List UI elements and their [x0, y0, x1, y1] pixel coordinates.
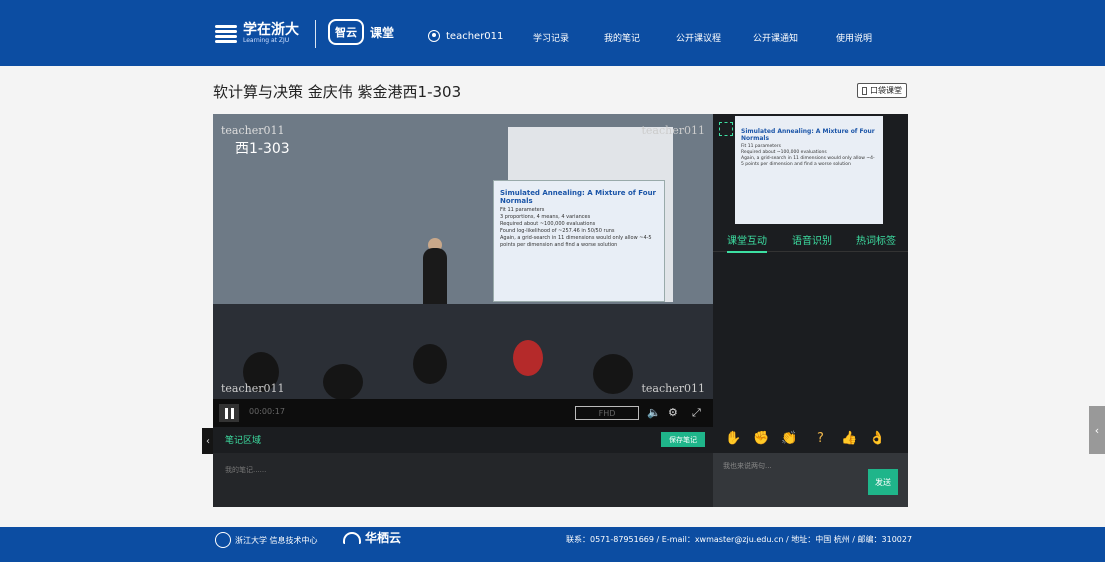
- phone-icon: [862, 86, 867, 95]
- zju-seal-icon: [215, 532, 231, 548]
- logo-subtitle: Learning at ZJU: [243, 37, 290, 44]
- video-player[interactable]: Simulated Annealing: A Mixture of Four N…: [213, 114, 713, 427]
- fist-icon[interactable]: ✊: [753, 431, 769, 446]
- nav-user-guide[interactable]: 使用说明: [836, 31, 872, 44]
- notes-textarea[interactable]: 我的笔记......: [213, 453, 713, 507]
- footer-partner-logo: 华栖云: [343, 529, 401, 546]
- thumbnail-slide-line: Again, a grid-search in 11 dimensions wo…: [741, 156, 875, 167]
- slide-line: 3 proportions, 4 means, 4 variances: [500, 214, 591, 220]
- brand-title: 课堂: [370, 25, 395, 40]
- brand-logo[interactable]: 智云 课堂: [328, 19, 394, 45]
- footer-zju-logo: 浙江大学 信息技术中心: [215, 532, 318, 548]
- pause-button[interactable]: [219, 404, 239, 422]
- playback-time: 00:00:17: [249, 407, 285, 416]
- watermark-top-left: teacher011: [221, 124, 285, 137]
- student-head: [323, 364, 363, 400]
- footer-contact: 联系：0571-87951669 / E-mail：xwmaster@zju.e…: [566, 535, 913, 544]
- chat-input[interactable]: 我也来说两句... 发送: [713, 453, 908, 507]
- student-head: [593, 354, 633, 394]
- volume-icon[interactable]: 🔈: [647, 406, 661, 419]
- send-button[interactable]: 发送: [868, 469, 898, 495]
- tab-hot-word-tags[interactable]: 热词标签: [856, 232, 896, 247]
- zju-logo[interactable]: 学在浙大 Learning at ZJU: [215, 18, 315, 50]
- top-navigation-bar: 学在浙大 Learning at ZJU 智云 课堂 teacher011 学习…: [0, 0, 1105, 66]
- projected-slide: Simulated Annealing: A Mixture of Four N…: [493, 180, 665, 302]
- save-note-button[interactable]: 保存笔记: [661, 432, 705, 447]
- logo-divider: [315, 20, 316, 48]
- notes-placeholder: 我的笔记......: [225, 466, 267, 474]
- clap-icon[interactable]: 👏: [781, 431, 797, 446]
- tab-class-interaction[interactable]: 课堂互动: [727, 232, 767, 253]
- logo-mark-icon: [215, 23, 237, 45]
- reaction-bar: ✋ ✊ 👏 ? 👍 👌: [713, 427, 908, 453]
- watermark-bottom-right: teacher011: [641, 382, 706, 395]
- username: teacher011: [446, 30, 504, 42]
- room-label: 西1-303: [235, 141, 290, 157]
- student-head: [513, 340, 543, 376]
- slide-line: Again, a grid-search in 11 dimensions wo…: [500, 235, 652, 248]
- watermark-top-right: teacher011: [641, 124, 706, 137]
- thumbs-up-icon[interactable]: 👍: [841, 431, 857, 446]
- pocket-classroom-label: 口袋课堂: [870, 86, 902, 95]
- notes-header: 笔记区域 保存笔记: [213, 427, 713, 453]
- nav-my-notes[interactable]: 我的笔记: [604, 31, 640, 44]
- student-head: [413, 344, 447, 384]
- player-controls: 00:00:17 FHD 🔈 ⚙ ⤢: [213, 399, 713, 427]
- nav-learning-records[interactable]: 学习记录: [533, 31, 569, 44]
- user-icon: [428, 30, 440, 42]
- side-panel: Simulated Annealing: A Mixture of Four N…: [713, 114, 908, 427]
- brand-badge: 智云: [328, 19, 364, 45]
- slide-line: Fit 11 parameters: [500, 207, 545, 213]
- logo-title: 学在浙大: [243, 22, 299, 38]
- footer-org: 浙江大学 信息技术中心: [235, 535, 318, 545]
- nav-open-course-agenda[interactable]: 公开课议程: [676, 31, 721, 44]
- ok-hand-icon[interactable]: 👌: [869, 431, 885, 446]
- fullscreen-icon[interactable]: ⤢: [692, 406, 701, 420]
- question-icon[interactable]: ?: [817, 431, 824, 446]
- notes-title: 笔记区域: [225, 436, 262, 446]
- footer: 浙江大学 信息技术中心 华栖云 联系：0571-87951669 / E-mai…: [0, 527, 1105, 562]
- footer-partner: 华栖云: [365, 531, 402, 545]
- pocket-classroom-button[interactable]: 口袋课堂: [857, 83, 907, 98]
- tab-speech-recognition[interactable]: 语音识别: [792, 232, 832, 247]
- expand-panel-icon[interactable]: ‹: [1089, 406, 1105, 454]
- thumbnail-slide-title: Simulated Annealing: A Mixture of Four N…: [741, 128, 875, 142]
- user-menu[interactable]: teacher011: [428, 30, 503, 42]
- slide-title: Simulated Annealing: A Mixture of Four N…: [500, 189, 657, 205]
- watermark-bottom-left: teacher011: [221, 382, 285, 395]
- slide-line: Found log-likelihood of ~257.46 in 50/50…: [500, 228, 615, 234]
- slide-line: Required about ~100,000 evaluations: [500, 221, 596, 227]
- cloud-icon: [343, 531, 361, 544]
- quality-selector[interactable]: FHD: [575, 406, 639, 420]
- gear-icon[interactable]: ⚙: [668, 406, 678, 419]
- raise-hand-icon[interactable]: ✋: [725, 431, 741, 446]
- switch-view-icon[interactable]: [719, 122, 733, 136]
- classroom-seats: [213, 304, 713, 399]
- slide-thumbnail[interactable]: Simulated Annealing: A Mixture of Four N…: [735, 116, 883, 224]
- chat-placeholder: 我也来说两句...: [723, 462, 772, 470]
- interaction-tabs: 课堂互动 语音识别 热词标签: [713, 229, 908, 253]
- course-title: 软计算与决策 金庆伟 紫金港西1-303: [213, 83, 462, 101]
- nav-open-course-notice[interactable]: 公开课通知: [753, 31, 798, 44]
